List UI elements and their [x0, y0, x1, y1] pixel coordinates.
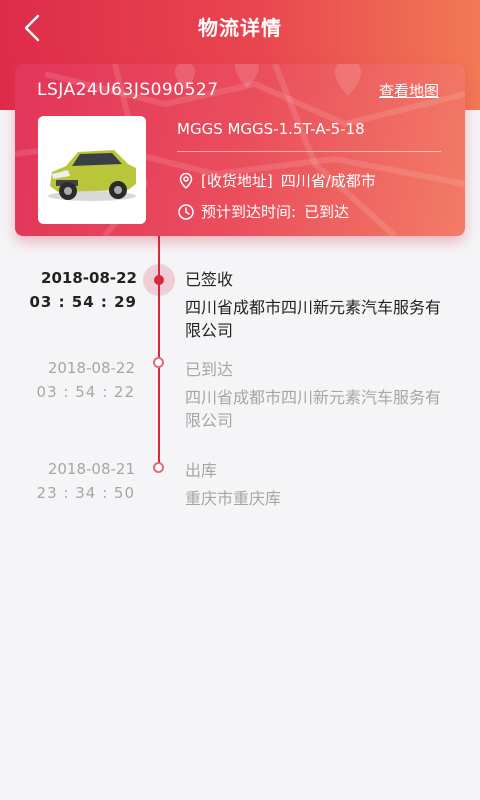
car-thumbnail	[38, 116, 146, 224]
event-time: 03 : 54 : 22	[36, 383, 135, 401]
location-pin-icon	[179, 172, 193, 189]
event-time: 23 : 34 : 50	[36, 484, 135, 502]
timeline-item-3-detail: 出库 重庆市重庆库	[185, 459, 455, 510]
event-status: 已签收	[185, 270, 234, 289]
vehicle-card: LSJA24U63JS090527 查看地图 MGGS MGGS-1.5T-A-…	[15, 64, 465, 236]
page-title: 物流详情	[198, 16, 282, 40]
event-time: 03 : 54 : 29	[29, 293, 137, 311]
timeline-item-1-datetime: 2018-08-22 03 : 54 : 29	[17, 269, 137, 311]
vin-number: LSJA24U63JS090527	[37, 80, 219, 100]
timeline-item-2-detail: 已到达 四川省成都市四川新元素汽车服务有限公司	[185, 358, 455, 432]
delivery-address-row: [收货地址] 四川省/成都市	[177, 170, 376, 191]
eta-label: 预计到达时间:	[201, 203, 297, 221]
event-date: 2018-08-22	[47, 359, 135, 377]
car-model: MGGS MGGS-1.5T-A-5-18	[177, 120, 365, 138]
timeline-node-active	[143, 264, 175, 296]
timeline-item-3-datetime: 2018-08-21 23 : 34 : 50	[15, 460, 135, 502]
event-status: 已到达	[185, 360, 234, 379]
address-value: 四川省/成都市	[280, 172, 376, 190]
view-map-link[interactable]: 查看地图	[379, 80, 439, 101]
event-location: 四川省成都市四川新元素汽车服务有限公司	[185, 388, 442, 430]
address-label: [收货地址]	[201, 172, 273, 190]
timeline-node	[153, 357, 164, 368]
event-status: 出库	[185, 461, 218, 480]
timeline-node	[153, 462, 164, 473]
eta-value: 已到达	[304, 203, 350, 221]
timeline-item-2-datetime: 2018-08-22 03 : 54 : 22	[15, 359, 135, 401]
event-date: 2018-08-22	[41, 269, 137, 287]
event-location: 四川省成都市四川新元素汽车服务有限公司	[185, 298, 442, 340]
event-location: 重庆市重庆库	[185, 489, 282, 508]
card-divider	[177, 151, 441, 152]
eta-row: 预计到达时间: 已到达	[177, 201, 349, 222]
car-image	[38, 116, 146, 224]
timeline-item-1-detail: 已签收 四川省成都市四川新元素汽车服务有限公司	[185, 268, 455, 342]
event-date: 2018-08-21	[47, 460, 135, 478]
clock-icon	[178, 203, 194, 220]
